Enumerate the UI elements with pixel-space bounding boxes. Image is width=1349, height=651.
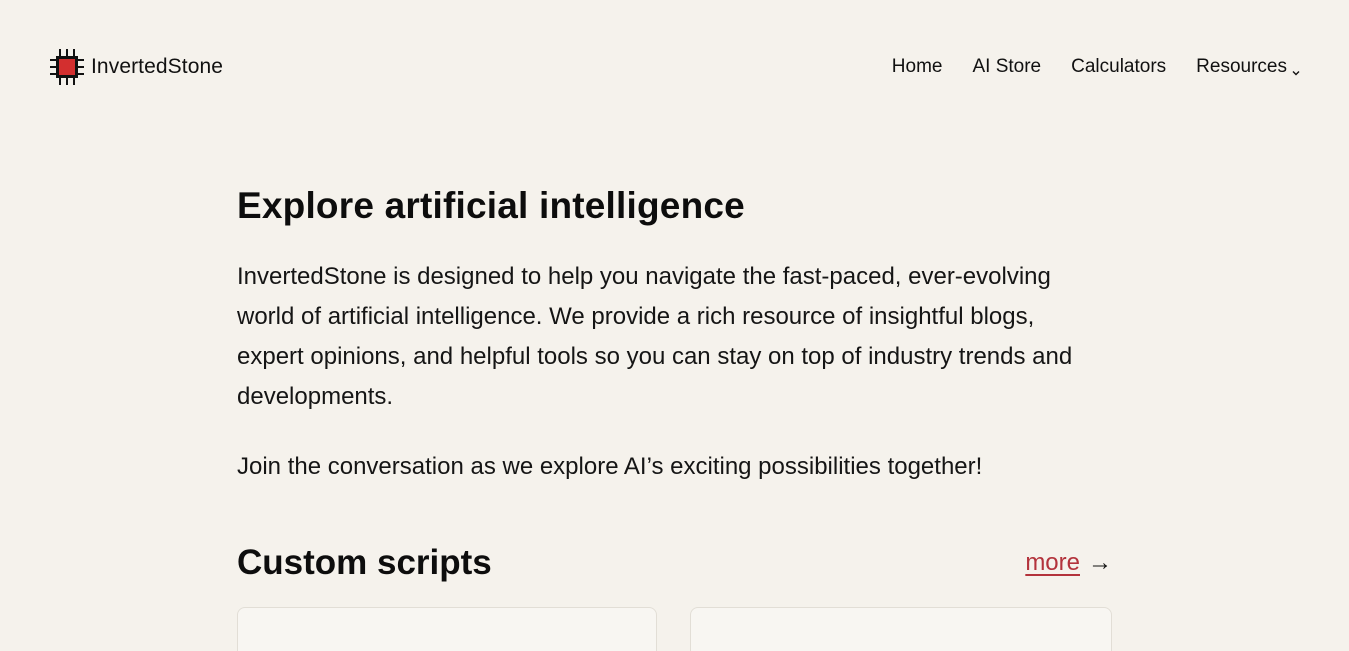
nav-resources-label: Resources	[1196, 56, 1287, 77]
section-title: Custom scripts	[237, 543, 492, 582]
intro-paragraph: InvertedStone is designed to help you na…	[237, 263, 1073, 410]
script-card[interactable]	[690, 607, 1112, 651]
nav-home[interactable]: Home	[892, 56, 943, 78]
site-header: InvertedStone Home AI Store Calculators …	[49, 46, 1301, 88]
join-paragraph: Join the conversation as we explore AI’s…	[237, 453, 983, 480]
script-card[interactable]	[237, 607, 657, 651]
nav-ai-store[interactable]: AI Store	[972, 56, 1041, 78]
page: InvertedStone Home AI Store Calculators …	[0, 0, 1349, 651]
main-nav: Home AI Store Calculators Resources	[892, 46, 1301, 88]
more-link-label: more	[1025, 549, 1080, 576]
page-title: Explore artificial intelligence	[237, 185, 745, 226]
nav-resources[interactable]: Resources	[1196, 56, 1301, 78]
scripts-card-grid	[237, 607, 1112, 651]
logo-link[interactable]: InvertedStone	[49, 46, 223, 88]
main-content: Explore artificial intelligence Inverted…	[237, 176, 1112, 589]
arrow-right-icon: →	[1088, 549, 1112, 576]
chip-icon	[49, 47, 85, 87]
more-link[interactable]: more →	[1025, 537, 1112, 589]
custom-scripts-header: Custom scripts more →	[237, 537, 1112, 589]
brand-name: InvertedStone	[91, 55, 224, 78]
chevron-down-icon	[1291, 62, 1301, 76]
nav-calculators[interactable]: Calculators	[1071, 56, 1166, 78]
